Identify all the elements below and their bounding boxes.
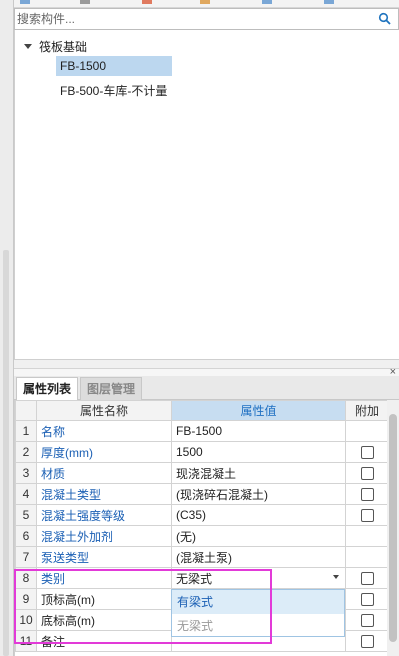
property-name: 厚度(mm)	[36, 441, 172, 463]
panel-tabs: 属性列表 图层管理	[14, 376, 399, 400]
toolbar-icon[interactable]	[262, 0, 272, 4]
row-number: 10	[15, 609, 37, 631]
extra-cell	[345, 483, 387, 505]
extra-checkbox[interactable]	[360, 635, 374, 649]
extra-checkbox[interactable]	[360, 509, 374, 523]
property-name: 混凝土强度等级	[36, 504, 172, 526]
tree-group-raft-foundation[interactable]: 筏板基础	[23, 37, 87, 55]
table-row[interactable]: 4 混凝土类型 (现浇碎石混凝土)	[15, 483, 387, 505]
extra-cell	[345, 462, 387, 484]
tab-property-list[interactable]: 属性列表	[16, 377, 79, 400]
property-name: 备注	[36, 630, 172, 652]
property-value[interactable]: (现浇碎石混凝土)	[171, 483, 346, 505]
column-header-name[interactable]: 属性名称	[36, 400, 172, 421]
toolbar-icon[interactable]	[200, 0, 210, 4]
row-number: 8	[15, 567, 37, 589]
app-window: 筏板基础 FB-1500 FB-500-车库-不计量 × 属性列表 图层管理 属…	[0, 0, 399, 656]
splitter[interactable]	[14, 360, 399, 368]
property-name: 混凝土外加剂	[36, 525, 172, 547]
column-header-extra[interactable]: 附加	[345, 400, 387, 421]
category-dropdown-list: 有梁式 无梁式	[171, 589, 345, 637]
category-select-value: 无梁式	[176, 571, 213, 586]
toolbar-icon[interactable]	[324, 0, 334, 4]
row-number: 6	[15, 525, 37, 547]
extra-cell	[345, 420, 387, 442]
property-value[interactable]: (C35)	[171, 504, 346, 526]
tree-item-fb-1500[interactable]: FB-1500	[56, 56, 172, 76]
extra-cell	[345, 504, 387, 526]
extra-cell	[345, 609, 387, 631]
extra-checkbox[interactable]	[360, 446, 374, 460]
extra-cell	[345, 525, 387, 547]
extra-cell	[345, 546, 387, 568]
left-scrollbar[interactable]	[0, 0, 14, 656]
toolbar-icon[interactable]	[20, 0, 30, 4]
extra-cell	[345, 567, 387, 589]
component-search	[14, 8, 399, 30]
category-select[interactable]: 无梁式	[171, 567, 346, 589]
grid-scrollbar[interactable]	[387, 400, 399, 656]
row-number: 3	[15, 462, 37, 484]
chevron-down-icon[interactable]	[333, 575, 339, 579]
table-row-selected[interactable]: 8 类别 无梁式	[15, 567, 387, 589]
grid-scrollbar-thumb[interactable]	[389, 414, 397, 642]
dropdown-option-no-beam[interactable]: 无梁式	[172, 614, 344, 638]
row-number: 1	[15, 420, 37, 442]
property-name: 材质	[36, 462, 172, 484]
tree-item-label: FB-500-车库-不计量	[60, 84, 168, 98]
row-number: 5	[15, 504, 37, 526]
property-value[interactable]: (混凝土泵)	[171, 546, 346, 568]
left-scrollbar-thumb[interactable]	[3, 250, 9, 656]
extra-checkbox[interactable]	[360, 488, 374, 502]
property-value[interactable]: (无)	[171, 525, 346, 547]
toolbar-icon[interactable]	[80, 0, 90, 4]
table-row[interactable]: 3 材质 现浇混凝土	[15, 462, 387, 484]
property-name: 名称	[36, 420, 172, 442]
property-name: 顶标高(m)	[36, 588, 172, 610]
component-tree: 筏板基础 FB-1500 FB-500-车库-不计量	[14, 30, 399, 360]
property-value[interactable]: 现浇混凝土	[171, 462, 346, 484]
property-value[interactable]: 1500	[171, 441, 346, 463]
table-row[interactable]: 1 名称 FB-1500	[15, 420, 387, 442]
table-row[interactable]: 6 混凝土外加剂 (无)	[15, 525, 387, 547]
row-number: 11	[15, 630, 37, 652]
panel-header: ×	[14, 366, 399, 378]
tree-group-label: 筏板基础	[39, 39, 88, 54]
tree-item-label: FB-1500	[60, 59, 107, 73]
property-name: 类别	[36, 567, 172, 589]
property-name: 底标高(m)	[36, 609, 172, 631]
extra-cell	[345, 588, 387, 610]
toolbar-icon[interactable]	[142, 0, 152, 4]
tree-item-fb-500[interactable]: FB-500-车库-不计量	[56, 81, 167, 101]
extra-checkbox[interactable]	[360, 614, 374, 628]
extra-checkbox[interactable]	[360, 593, 374, 607]
search-input[interactable]	[17, 10, 377, 28]
column-header-number	[15, 400, 37, 421]
column-header-value[interactable]: 属性值	[171, 400, 346, 421]
collapse-triangle-icon[interactable]	[23, 41, 33, 51]
top-toolbar-strip	[14, 0, 399, 8]
row-number: 4	[15, 483, 37, 505]
extra-cell	[345, 441, 387, 463]
extra-checkbox[interactable]	[360, 467, 374, 481]
table-row[interactable]: 5 混凝土强度等级 (C35)	[15, 504, 387, 526]
extra-cell	[345, 630, 387, 652]
tab-layer-management[interactable]: 图层管理	[80, 377, 143, 400]
dropdown-option-beam[interactable]: 有梁式	[172, 590, 344, 614]
extra-checkbox[interactable]	[360, 572, 374, 586]
property-name: 混凝土类型	[36, 483, 172, 505]
property-name: 泵送类型	[36, 546, 172, 568]
property-value[interactable]: FB-1500	[171, 420, 346, 442]
search-icon[interactable]	[378, 12, 392, 26]
row-number: 2	[15, 441, 37, 463]
table-row[interactable]: 7 泵送类型 (混凝土泵)	[15, 546, 387, 568]
row-number: 7	[15, 546, 37, 568]
row-number: 9	[15, 588, 37, 610]
table-row[interactable]: 2 厚度(mm) 1500	[15, 441, 387, 463]
grid-header-row: 属性名称 属性值 附加	[15, 400, 387, 421]
